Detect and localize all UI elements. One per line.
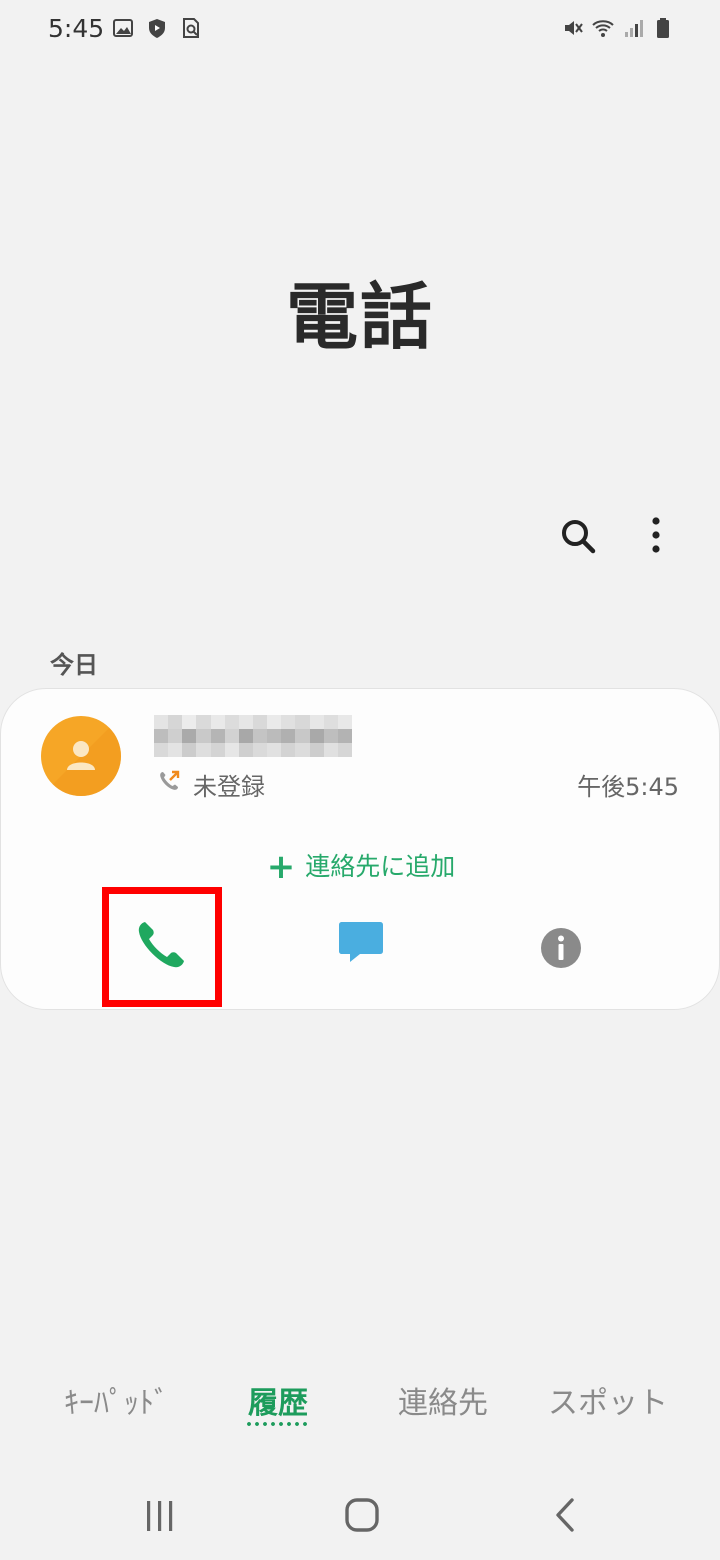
more-vertical-icon — [652, 517, 660, 553]
shield-icon — [149, 19, 165, 38]
back-icon — [556, 1498, 574, 1532]
image-icon — [113, 19, 133, 37]
tab-history[interactable]: 履歴 — [248, 1378, 308, 1422]
search-icon — [562, 520, 596, 554]
info-button[interactable] — [539, 926, 583, 970]
avatar[interactable] — [41, 716, 121, 796]
info-icon — [541, 928, 581, 968]
section-header-today: 今日 — [50, 651, 98, 679]
battery-icon — [657, 18, 669, 38]
page-title: 電話 — [285, 275, 434, 359]
status-time: 5:45 — [48, 14, 105, 43]
status-bar: 5:45 — [0, 0, 720, 60]
outgoing-call-icon — [160, 770, 180, 790]
search-doc-icon — [183, 18, 199, 38]
navigation-bar — [0, 1470, 720, 1560]
add-contact-button[interactable]: + 連絡先に追加 — [1, 847, 720, 887]
highlight-box — [102, 887, 222, 1007]
home-icon — [345, 1498, 379, 1532]
message-icon — [339, 922, 383, 962]
mute-vibrate-icon — [565, 21, 583, 35]
person-icon — [41, 716, 121, 796]
add-contact-label: 連絡先に追加 — [305, 852, 456, 881]
recent-apps-button[interactable] — [140, 1498, 180, 1534]
search-button[interactable] — [556, 514, 600, 558]
home-button[interactable] — [343, 1496, 381, 1534]
signal-icon — [625, 20, 643, 37]
message-button[interactable] — [336, 917, 386, 967]
back-button[interactable] — [550, 1496, 580, 1534]
tab-spot[interactable]: スポット — [548, 1378, 668, 1422]
status-right-icons — [562, 17, 674, 39]
plus-icon: + — [266, 847, 296, 887]
recent-apps-icon — [147, 1501, 173, 1531]
call-label-unregistered: 未登録 — [193, 773, 265, 801]
more-options-button[interactable] — [634, 514, 678, 558]
status-left-icons — [112, 17, 202, 39]
active-tab-indicator — [245, 1422, 311, 1426]
call-time: 午後5:45 — [577, 773, 679, 801]
tab-contacts[interactable]: 連絡先 — [398, 1378, 488, 1422]
bottom-tab-bar: ｷｰﾊﾟｯﾄﾞ 履歴 連絡先 スポット — [0, 1378, 720, 1438]
wifi-icon — [592, 20, 614, 37]
tab-keypad[interactable]: ｷｰﾊﾟｯﾄﾞ — [64, 1378, 169, 1422]
contact-name-obscured — [154, 715, 352, 757]
